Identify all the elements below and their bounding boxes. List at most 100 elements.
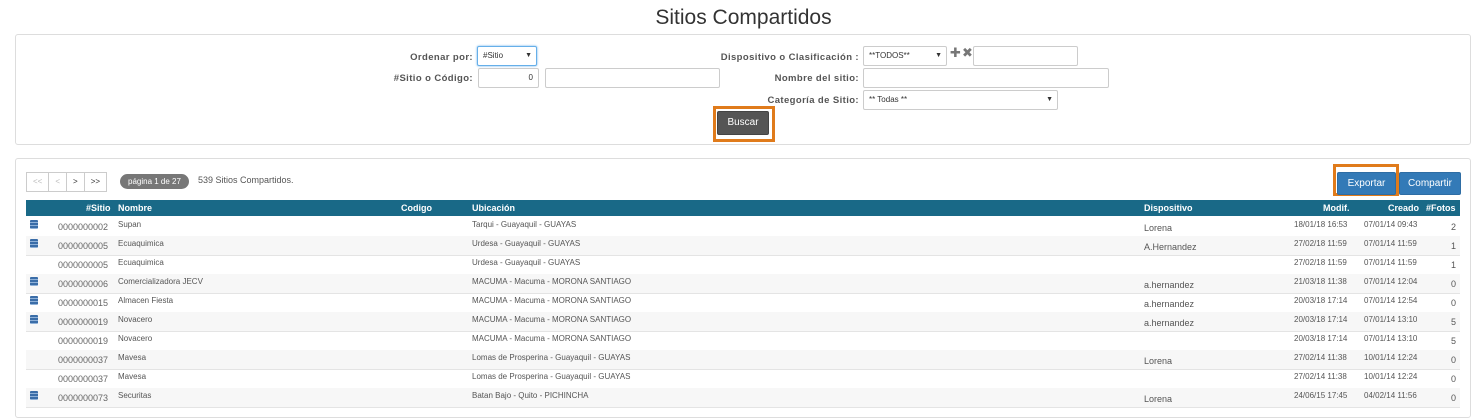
table-row[interactable]: 0000000005 Ecuaquimica Urdesa - Guayaquil … [26, 255, 1460, 275]
row-sitio: 0000000002 [58, 222, 109, 232]
row-sitio: 0000000019 [58, 317, 109, 327]
row-sitio: 0000000005 [58, 241, 109, 251]
row-sitio: 0000000006 [58, 279, 109, 289]
row-ubicacion: MACUMA - Macuma - MORONA SANTIAGO [472, 296, 632, 305]
col-codigo[interactable]: Codigo [401, 200, 432, 216]
row-ubicacion: Urdesa - Guayaquil - GUAYAS [472, 239, 581, 248]
row-creado: 07/01/14 12:04 [1364, 277, 1418, 286]
categoria-value: ** Todas ** [869, 95, 908, 104]
row-nombre: Supan [118, 220, 142, 229]
dispositivo-extra-input[interactable] [973, 46, 1078, 66]
compartir-button[interactable]: Compartir [1399, 172, 1461, 195]
row-modif: 27/02/14 11:38 [1294, 353, 1347, 362]
row-fotos: 0 [1450, 279, 1456, 289]
row-ubicacion: MACUMA - Macuma - MORONA SANTIAGO [472, 277, 632, 286]
categoria-select[interactable]: ** Todas ** ▼ [863, 90, 1058, 110]
table-header: #Sitio Nombre Codigo Ubicación Dispositi… [26, 200, 1460, 216]
row-ubicacion: MACUMA - Macuma - MORONA SANTIAGO [472, 315, 632, 324]
row-fotos: 5 [1450, 317, 1456, 327]
table-row[interactable]: 0000000037 Mavesa Lomas de Prosperina - Gu… [26, 350, 1460, 370]
page-badge: página 1 de 27 [120, 174, 189, 189]
row-fotos: 1 [1450, 260, 1456, 270]
row-creado: 07/01/14 11:59 [1364, 258, 1417, 267]
chevron-down-icon: ▼ [935, 52, 942, 59]
dispositivo-select[interactable]: **TODOS** ▼ [863, 46, 947, 66]
codigo-extra-input[interactable] [545, 68, 720, 88]
pager-prev-button[interactable]: < [48, 172, 68, 192]
row-fotos: 5 [1450, 336, 1456, 346]
row-modif: 27/02/18 11:59 [1294, 258, 1347, 267]
table-row[interactable]: 0000000073 Securitas Batan Bajo - Quito - … [26, 388, 1460, 408]
row-dispositivo: a.hernandez [1144, 299, 1195, 309]
row-nombre: Almacen Fiesta [118, 296, 174, 305]
table-row[interactable]: 0000000037 Mavesa Lomas de Prosperina - Gu… [26, 369, 1460, 389]
row-dispositivo: Lorena [1144, 223, 1173, 233]
row-modif: 20/03/18 17:14 [1294, 315, 1348, 324]
col-modif[interactable]: Modif. [1323, 200, 1350, 216]
row-creado: 10/01/14 12:24 [1364, 372, 1418, 381]
nombre-label: Nombre del sitio: [774, 73, 859, 84]
nombre-input[interactable] [863, 68, 1109, 88]
table-row[interactable]: 0000000015 Almacen Fiesta MACUMA - Macuma … [26, 293, 1460, 313]
row-fotos: 0 [1450, 355, 1456, 365]
dispositivo-label: Dispositivo o Clasificación : [720, 52, 859, 63]
row-modif: 20/03/18 17:14 [1294, 296, 1348, 305]
chevron-down-icon: ▼ [1046, 96, 1053, 103]
col-dispositivo[interactable]: Dispositivo [1144, 200, 1193, 216]
row-ubicacion: Batan Bajo - Quito - PICHINCHA [472, 391, 589, 400]
remove-icon[interactable]: ✖ [962, 46, 973, 60]
col-ubicacion[interactable]: Ubicación [472, 200, 515, 216]
row-ubicacion: Urdesa - Guayaquil - GUAYAS [472, 258, 581, 267]
table-row[interactable]: 0000000005 Ecuaquimica Urdesa - Guayaquil … [26, 236, 1460, 256]
categoria-label: Categoría de Sitio: [767, 95, 859, 106]
row-dispositivo: a.hernandez [1144, 318, 1195, 328]
row-nombre: Ecuaquimica [118, 258, 164, 267]
pager: << < > >> [26, 172, 108, 192]
row-sitio: 0000000073 [58, 393, 109, 403]
row-ubicacion: Lomas de Prosperina - Guayaquil - GUAYAS [472, 372, 631, 381]
col-nombre[interactable]: Nombre [118, 200, 152, 216]
row-dispositivo: Lorena [1144, 356, 1173, 366]
row-modif: 24/06/15 17:45 [1294, 391, 1348, 400]
pager-next-button[interactable]: > [66, 172, 85, 192]
exportar-button[interactable]: Exportar [1337, 172, 1396, 195]
page-title: Sitios Compartidos [655, 6, 832, 29]
results-count: 539 Sitios Compartidos. [198, 175, 294, 185]
col-sitio[interactable]: #Sitio [86, 200, 111, 216]
row-nombre: Ecuaquimica [118, 239, 164, 248]
row-modif: 21/03/18 11:38 [1294, 277, 1347, 286]
pager-first-button[interactable]: << [26, 172, 50, 192]
row-nombre: Mavesa [118, 372, 147, 381]
col-fotos[interactable]: #Fotos [1426, 200, 1456, 216]
table-row[interactable]: 0000000019 Novacero MACUMA - Macuma - MORO… [26, 312, 1460, 332]
chevron-down-icon: ▼ [525, 52, 532, 59]
table-row[interactable]: 0000000019 Novacero MACUMA - Macuma - MORO… [26, 331, 1460, 351]
row-creado: 07/01/14 11:59 [1364, 239, 1417, 248]
list-icon[interactable] [30, 239, 39, 249]
row-sitio: 0000000015 [58, 298, 109, 308]
row-sitio: 0000000037 [58, 374, 109, 384]
sitio-codigo-label: #Sitio o Código: [393, 73, 473, 84]
row-dispositivo: a.hernandez [1144, 280, 1195, 290]
row-nombre: Comercializadora JECV [118, 277, 203, 286]
sitio-codigo-input[interactable]: 0 [478, 68, 539, 88]
row-nombre: Novacero [118, 315, 153, 324]
list-icon[interactable] [30, 296, 39, 306]
list-icon[interactable] [30, 220, 39, 230]
buscar-button[interactable]: Buscar [717, 111, 769, 135]
row-fotos: 2 [1450, 222, 1456, 232]
row-sitio: 0000000019 [58, 336, 109, 346]
row-creado: 07/01/14 13:10 [1364, 315, 1418, 324]
table-row[interactable]: 0000000006 Comercializadora JECV MACUMA - … [26, 274, 1460, 294]
row-creado: 07/01/14 09:43 [1364, 220, 1418, 229]
ordenar-select[interactable]: #Sitio ▼ [477, 46, 537, 66]
col-creado[interactable]: Creado [1388, 200, 1419, 216]
list-icon[interactable] [30, 391, 39, 401]
list-icon[interactable] [30, 315, 39, 325]
row-sitio: 0000000037 [58, 355, 109, 365]
row-fotos: 0 [1450, 393, 1456, 403]
add-icon[interactable]: ✚ [950, 46, 961, 60]
table-row[interactable]: 0000000002 Supan Tarqui - Guayaquil - GUAY… [26, 217, 1460, 237]
pager-last-button[interactable]: >> [83, 172, 108, 192]
list-icon[interactable] [30, 277, 39, 287]
